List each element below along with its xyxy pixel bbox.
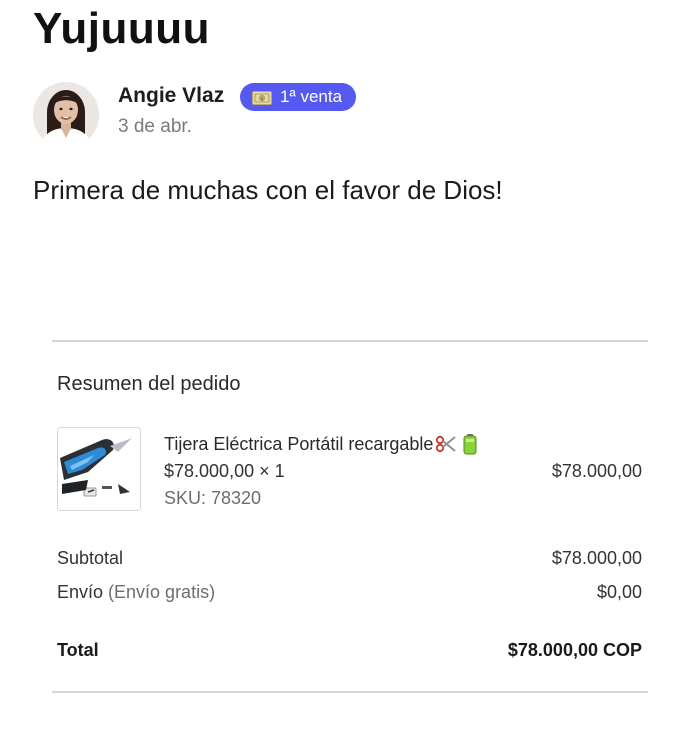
battery-icon	[459, 433, 481, 455]
badge-label: 1ª venta	[280, 87, 343, 106]
money-icon: $	[252, 90, 272, 105]
electric-scissors-image	[58, 428, 140, 510]
svg-text:$: $	[261, 96, 264, 102]
subtotal-label: Subtotal	[57, 548, 124, 568]
order-summary-heading: Resumen del pedido	[57, 373, 241, 395]
post-date: 3 de abr.	[118, 116, 192, 137]
summary-bottom-divider	[52, 691, 648, 693]
summary-top-divider	[52, 340, 648, 342]
product-name-text: Tijera Eléctrica Portátil recargable	[164, 433, 434, 454]
total-value: $78.000,00 COP	[507, 640, 642, 660]
product-thumbnail	[57, 427, 141, 511]
total-label: Total	[57, 640, 99, 660]
shipping-label-text: Envío	[57, 582, 109, 602]
scissors-icon	[435, 433, 457, 455]
shipping-label: Envío (Envío gratis)	[57, 582, 215, 603]
post-body: Primera de muchas con el favor de Dios!	[33, 175, 503, 205]
author-name[interactable]: Angie Vlaz	[118, 84, 224, 108]
shipping-method: (Envío gratis)	[108, 582, 216, 602]
shipping-value: $0,00	[596, 582, 642, 602]
subtotal-value: $78.000,00	[551, 548, 642, 568]
avatar-portrait-icon	[33, 82, 99, 148]
product-price-quantity: $78.000,00 × 1	[164, 461, 285, 481]
product-sku: SKU: 78320	[164, 488, 262, 508]
post-title: Yujuuuu	[33, 4, 211, 53]
product-line-total: $78.000,00	[551, 461, 642, 481]
author-avatar[interactable]	[33, 82, 99, 148]
first-sale-badge: $ 1ª venta	[240, 83, 357, 111]
product-name: Tijera Eléctrica Portátil recargable	[164, 433, 481, 455]
